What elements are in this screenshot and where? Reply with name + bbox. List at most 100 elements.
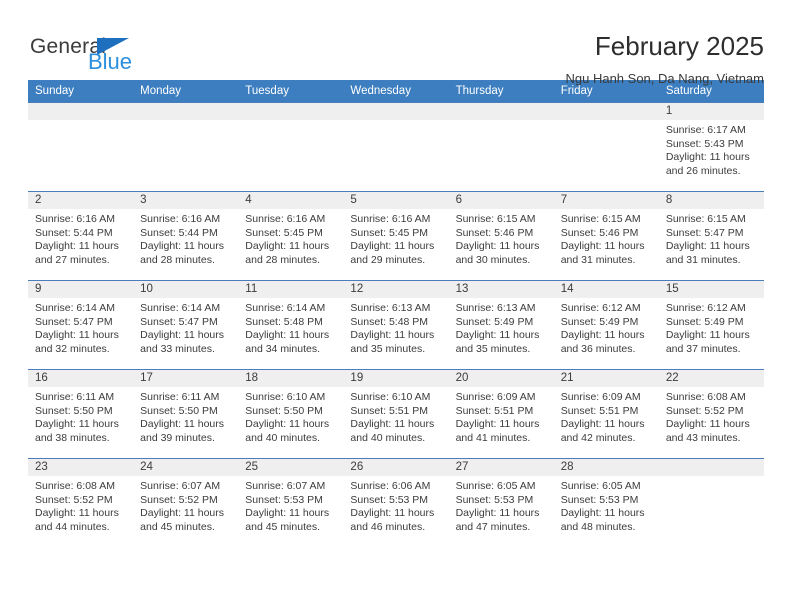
calendar-day-cell[interactable]: 8 Sunrise: 6:15 AM Sunset: 5:47 PM Daylight…	[658, 191, 764, 281]
sunset-text: Sunset: 5:47 PM	[665, 226, 744, 239]
sunrise-text: Sunrise: 6:17 AM	[665, 124, 746, 136]
daylight-text-line1: Daylight: 11 hours	[245, 240, 330, 253]
day-number: 24	[133, 459, 239, 476]
day-number	[448, 103, 554, 120]
sunrise-text: Sunrise: 6:10 AM	[245, 391, 326, 403]
daylight-text-line1: Daylight: 11 hours	[665, 329, 750, 342]
calendar-day-cell[interactable]: 27 Sunrise: 6:05 AM Sunset: 5:53 PM Dayligh…	[448, 458, 554, 548]
day-number: 25	[238, 459, 344, 476]
calendar-day-cell[interactable]: 6 Sunrise: 6:15 AM Sunset: 5:46 PM Daylight…	[448, 191, 554, 281]
calendar-day-cell[interactable]: 19 Sunrise: 6:10 AM Sunset: 5:51 PM Dayligh…	[343, 369, 449, 459]
day-number: 2	[28, 192, 134, 209]
day-number: 28	[553, 459, 659, 476]
daylight-text-line2: and 40 minutes.	[350, 431, 426, 444]
sunset-text: Sunset: 5:53 PM	[245, 493, 323, 506]
sunrise-text: Sunrise: 6:07 AM	[140, 480, 221, 492]
daylight-text-line1: Daylight: 11 hours	[245, 507, 330, 520]
daylight-text-line1: Daylight: 11 hours	[140, 507, 224, 520]
daylight-text-line1: Daylight: 11 hours	[140, 240, 224, 253]
day-details: Sunrise: 6:16 AM Sunset: 5:44 PM Daylight:…	[28, 209, 133, 267]
daylight-text-line2: and 32 minutes.	[35, 342, 110, 355]
title-block: February 2025 Ngu Hanh Son, Da Nang, Vie…	[566, 30, 765, 86]
calendar-day-cell[interactable]: 25 Sunrise: 6:07 AM Sunset: 5:53 PM Dayligh…	[238, 458, 344, 548]
calendar-day-cell[interactable]: 11 Sunrise: 6:14 AM Sunset: 5:48 PM Dayligh…	[238, 280, 344, 370]
sunrise-text: Sunrise: 6:16 AM	[350, 213, 431, 225]
calendar-day-cell[interactable]: 20 Sunrise: 6:09 AM Sunset: 5:51 PM Dayligh…	[448, 369, 554, 459]
daylight-text-line1: Daylight: 11 hours	[350, 507, 435, 520]
daylight-text-line1: Daylight: 11 hours	[455, 240, 540, 253]
calendar-day-cell[interactable]: 23 Sunrise: 6:08 AM Sunset: 5:52 PM Dayligh…	[28, 458, 134, 548]
daylight-text-line2: and 38 minutes.	[35, 431, 110, 444]
daylight-text-line2: and 28 minutes.	[245, 253, 320, 266]
calendar-body: 1 Sunrise: 6:17 AM Sunset: 5:43 PM Daylight…	[28, 102, 764, 548]
day-details: Sunrise: 6:12 AM Sunset: 5:49 PM Daylight:…	[554, 298, 659, 356]
sunset-text: Sunset: 5:46 PM	[455, 226, 534, 239]
sunrise-text: Sunrise: 6:11 AM	[35, 391, 115, 403]
calendar-week-row: 9 Sunrise: 6:14 AM Sunset: 5:47 PM Daylight…	[28, 280, 764, 370]
calendar-day-cell[interactable]: 18 Sunrise: 6:10 AM Sunset: 5:50 PM Dayligh…	[238, 369, 344, 459]
calendar-day-cell[interactable]: 7 Sunrise: 6:15 AM Sunset: 5:46 PM Daylight…	[553, 191, 659, 281]
calendar-day-cell[interactable]: 4 Sunrise: 6:16 AM Sunset: 5:45 PM Daylight…	[238, 191, 344, 281]
general-blue-logo[interactable]: General Blue	[28, 30, 143, 78]
day-details: Sunrise: 6:11 AM Sunset: 5:50 PM Daylight:…	[28, 387, 133, 445]
day-details: Sunrise: 6:17 AM Sunset: 5:43 PM Daylight:…	[659, 120, 764, 178]
calendar-day-cell[interactable]: 3 Sunrise: 6:16 AM Sunset: 5:44 PM Daylight…	[133, 191, 239, 281]
daylight-text-line1: Daylight: 11 hours	[560, 418, 645, 431]
calendar-day-cell[interactable]: 10 Sunrise: 6:14 AM Sunset: 5:47 PM Dayligh…	[133, 280, 239, 370]
day-number: 1	[658, 103, 764, 120]
day-details: Sunrise: 6:14 AM Sunset: 5:47 PM Daylight:…	[133, 298, 238, 356]
sunset-text: Sunset: 5:53 PM	[455, 493, 534, 506]
calendar-day-cell[interactable]: 16 Sunrise: 6:11 AM Sunset: 5:50 PM Dayligh…	[28, 369, 134, 459]
sunset-text: Sunset: 5:50 PM	[35, 404, 113, 417]
day-details: Sunrise: 6:15 AM Sunset: 5:47 PM Daylight:…	[659, 209, 764, 267]
calendar-day-cell[interactable]: 17 Sunrise: 6:11 AM Sunset: 5:50 PM Dayligh…	[133, 369, 239, 459]
day-details: Sunrise: 6:13 AM Sunset: 5:49 PM Daylight:…	[449, 298, 554, 356]
day-number	[553, 103, 659, 120]
calendar-day-cell[interactable]: 22 Sunrise: 6:08 AM Sunset: 5:52 PM Dayligh…	[658, 369, 764, 459]
day-details: Sunrise: 6:10 AM Sunset: 5:51 PM Daylight:…	[343, 387, 448, 445]
day-number: 21	[553, 370, 659, 387]
sunrise-text: Sunrise: 6:13 AM	[455, 302, 536, 314]
calendar-day-cell[interactable]: 5 Sunrise: 6:16 AM Sunset: 5:45 PM Daylight…	[343, 191, 449, 281]
calendar-day-cell[interactable]: 1 Sunrise: 6:17 AM Sunset: 5:43 PM Daylight…	[658, 102, 764, 192]
day-details: Sunrise: 6:07 AM Sunset: 5:52 PM Daylight:…	[133, 476, 238, 534]
calendar-day-cell[interactable]: 2 Sunrise: 6:16 AM Sunset: 5:44 PM Daylight…	[28, 191, 134, 281]
sunrise-text: Sunrise: 6:14 AM	[35, 302, 115, 314]
calendar-day-cell[interactable]: 15 Sunrise: 6:12 AM Sunset: 5:49 PM Dayligh…	[658, 280, 764, 370]
calendar-day-cell[interactable]: 9 Sunrise: 6:14 AM Sunset: 5:47 PM Daylight…	[28, 280, 134, 370]
page-subtitle: Ngu Hanh Son, Da Nang, Vietnam	[565, 70, 765, 86]
daylight-text-line2: and 48 minutes.	[560, 520, 636, 533]
day-number: 14	[553, 281, 659, 298]
calendar-day-cell[interactable]: 21 Sunrise: 6:09 AM Sunset: 5:51 PM Dayligh…	[553, 369, 659, 459]
daylight-text-line2: and 30 minutes.	[455, 253, 531, 266]
daylight-text-line1: Daylight: 11 hours	[560, 240, 645, 253]
sunset-text: Sunset: 5:46 PM	[560, 226, 639, 239]
sunrise-text: Sunrise: 6:09 AM	[455, 391, 536, 403]
calendar-day-cell[interactable]: 24 Sunrise: 6:07 AM Sunset: 5:52 PM Dayligh…	[133, 458, 239, 548]
calendar-week-row: 1 Sunrise: 6:17 AM Sunset: 5:43 PM Daylight…	[28, 102, 764, 192]
logo-text-blue: Blue	[88, 49, 133, 74]
calendar-day-cell[interactable]: 14 Sunrise: 6:12 AM Sunset: 5:49 PM Dayligh…	[553, 280, 659, 370]
sunrise-text: Sunrise: 6:05 AM	[560, 480, 641, 492]
day-number: 8	[658, 192, 764, 209]
sunrise-text: Sunrise: 6:14 AM	[245, 302, 326, 314]
weekday-header-thursday: Thursday	[448, 80, 554, 103]
daylight-text-line2: and 42 minutes.	[560, 431, 636, 444]
page-header: General Blue February 2025 Ngu Hanh Son,…	[28, 0, 764, 86]
day-details: Sunrise: 6:14 AM Sunset: 5:47 PM Daylight:…	[28, 298, 133, 356]
calendar-day-cell[interactable]: 13 Sunrise: 6:13 AM Sunset: 5:49 PM Dayligh…	[448, 280, 554, 370]
day-details: Sunrise: 6:05 AM Sunset: 5:53 PM Daylight:…	[449, 476, 554, 534]
daylight-text-line1: Daylight: 11 hours	[350, 240, 435, 253]
day-number: 19	[343, 370, 449, 387]
daylight-text-line2: and 37 minutes.	[665, 342, 741, 355]
sunset-text: Sunset: 5:51 PM	[560, 404, 639, 417]
day-number: 17	[133, 370, 239, 387]
calendar-day-cell[interactable]: 12 Sunrise: 6:13 AM Sunset: 5:48 PM Dayligh…	[343, 280, 449, 370]
daylight-text-line2: and 39 minutes.	[140, 431, 215, 444]
weekday-header-tuesday: Tuesday	[238, 80, 344, 103]
sunset-text: Sunset: 5:53 PM	[560, 493, 639, 506]
calendar-day-cell[interactable]: 28 Sunrise: 6:05 AM Sunset: 5:53 PM Dayligh…	[553, 458, 659, 548]
calendar-day-cell[interactable]: 26 Sunrise: 6:06 AM Sunset: 5:53 PM Dayligh…	[343, 458, 449, 548]
day-number	[238, 103, 344, 120]
calendar-day-cell-empty	[343, 102, 449, 192]
